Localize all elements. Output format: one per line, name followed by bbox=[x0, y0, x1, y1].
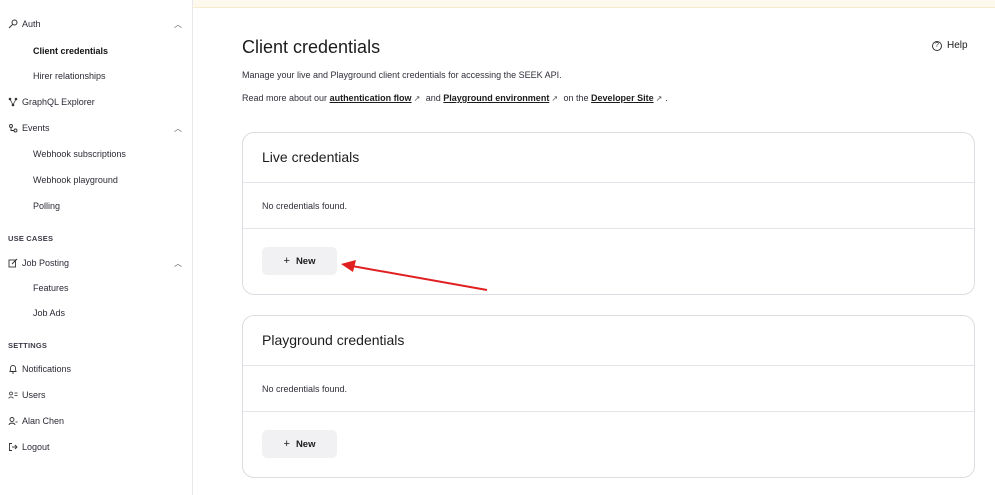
sidebar-item-auth[interactable]: Auth ︿ bbox=[0, 15, 192, 33]
empty-state-text: No credentials found. bbox=[262, 201, 348, 211]
sidebar-item-notifications[interactable]: Notifications bbox=[0, 360, 192, 378]
on-the-text: on the bbox=[561, 93, 592, 103]
authentication-flow-link[interactable]: authentication flow bbox=[330, 93, 412, 103]
read-more-text: Read more about our bbox=[242, 93, 330, 103]
sidebar-item-events[interactable]: Events ︿ bbox=[0, 119, 192, 137]
page-title: Client credentials bbox=[242, 37, 381, 57]
chevron-up-icon[interactable]: ︿ bbox=[174, 19, 182, 30]
sidebar-item-label: Job Posting bbox=[22, 258, 70, 268]
period-text: . bbox=[665, 93, 668, 103]
new-playground-credential-button[interactable]: + New bbox=[262, 430, 337, 458]
button-label: New bbox=[295, 438, 316, 450]
empty-state: No credentials found. bbox=[243, 366, 974, 412]
sidebar-item-label: Auth bbox=[22, 19, 41, 29]
plus-icon: + bbox=[283, 438, 290, 450]
sidebar-item-label: Notifications bbox=[22, 364, 72, 374]
live-credentials-card: Live credentials No credentials found. +… bbox=[242, 132, 975, 295]
sidebar-item-label: Logout bbox=[22, 442, 50, 452]
sidebar-item-webhook-subscriptions[interactable]: Webhook subscriptions bbox=[33, 147, 126, 161]
sidebar-item-job-ads[interactable]: Job Ads bbox=[33, 306, 65, 320]
top-banner-stripe bbox=[193, 0, 995, 8]
chevron-up-icon[interactable]: ︿ bbox=[174, 258, 182, 269]
sidebar-item-polling[interactable]: Polling bbox=[33, 199, 60, 213]
sidebar-item-client-credentials[interactable]: Client credentials bbox=[33, 44, 108, 58]
chevron-up-icon[interactable]: ︿ bbox=[174, 123, 182, 134]
user-icon bbox=[7, 415, 19, 427]
read-more-line: Read more about our authentication flow ↗… bbox=[242, 93, 668, 103]
users-icon bbox=[7, 389, 19, 401]
bell-icon bbox=[7, 363, 19, 375]
section-heading-settings: SETTINGS bbox=[8, 341, 48, 350]
sidebar-item-users[interactable]: Users bbox=[0, 386, 192, 404]
help-icon: ? bbox=[932, 40, 942, 51]
external-link-icon: ↗ bbox=[551, 94, 559, 103]
events-icon bbox=[7, 122, 19, 134]
empty-state-text: No credentials found. bbox=[262, 384, 348, 394]
edit-icon bbox=[7, 257, 19, 269]
playground-credentials-card: Playground credentials No credentials fo… bbox=[242, 315, 975, 478]
section-heading-use-cases: USE CASES bbox=[8, 234, 54, 243]
card-title: Playground credentials bbox=[262, 332, 405, 348]
external-link-icon: ↗ bbox=[655, 94, 663, 103]
button-label: New bbox=[295, 255, 316, 267]
sidebar: Auth ︿ Client credentials Hirer relation… bbox=[0, 0, 193, 495]
sidebar-item-label: Alan Chen bbox=[22, 416, 65, 426]
page-description: Manage your live and Playground client c… bbox=[242, 70, 562, 80]
help-label: Help bbox=[947, 40, 968, 51]
key-icon bbox=[7, 18, 19, 30]
sidebar-item-graphql-explorer[interactable]: GraphQL Explorer bbox=[0, 93, 192, 111]
sidebar-item-job-posting[interactable]: Job Posting ︿ bbox=[0, 254, 192, 272]
sidebar-item-label: Users bbox=[22, 390, 46, 400]
sidebar-item-account[interactable]: Alan Chen bbox=[0, 412, 192, 430]
sidebar-item-label: GraphQL Explorer bbox=[22, 97, 95, 107]
sidebar-item-hirer-relationships[interactable]: Hirer relationships bbox=[33, 69, 106, 83]
logout-icon bbox=[7, 441, 19, 453]
playground-environment-link[interactable]: Playground environment bbox=[443, 93, 549, 103]
sidebar-item-webhook-playground[interactable]: Webhook playground bbox=[33, 173, 118, 187]
plus-icon: + bbox=[283, 255, 290, 267]
card-header: Live credentials bbox=[243, 133, 974, 183]
external-link-icon: ↗ bbox=[413, 94, 421, 103]
sidebar-item-label: Events bbox=[22, 123, 50, 133]
sidebar-item-features[interactable]: Features bbox=[33, 281, 69, 295]
new-live-credential-button[interactable]: + New bbox=[262, 247, 337, 275]
sidebar-item-logout[interactable]: Logout bbox=[0, 438, 192, 456]
help-button[interactable]: ? Help bbox=[932, 40, 968, 51]
card-title: Live credentials bbox=[262, 149, 360, 165]
empty-state: No credentials found. bbox=[243, 183, 974, 229]
card-header: Playground credentials bbox=[243, 316, 974, 366]
graph-icon bbox=[7, 96, 19, 108]
developer-site-link[interactable]: Developer Site bbox=[591, 93, 654, 103]
and-text: and bbox=[423, 93, 444, 103]
